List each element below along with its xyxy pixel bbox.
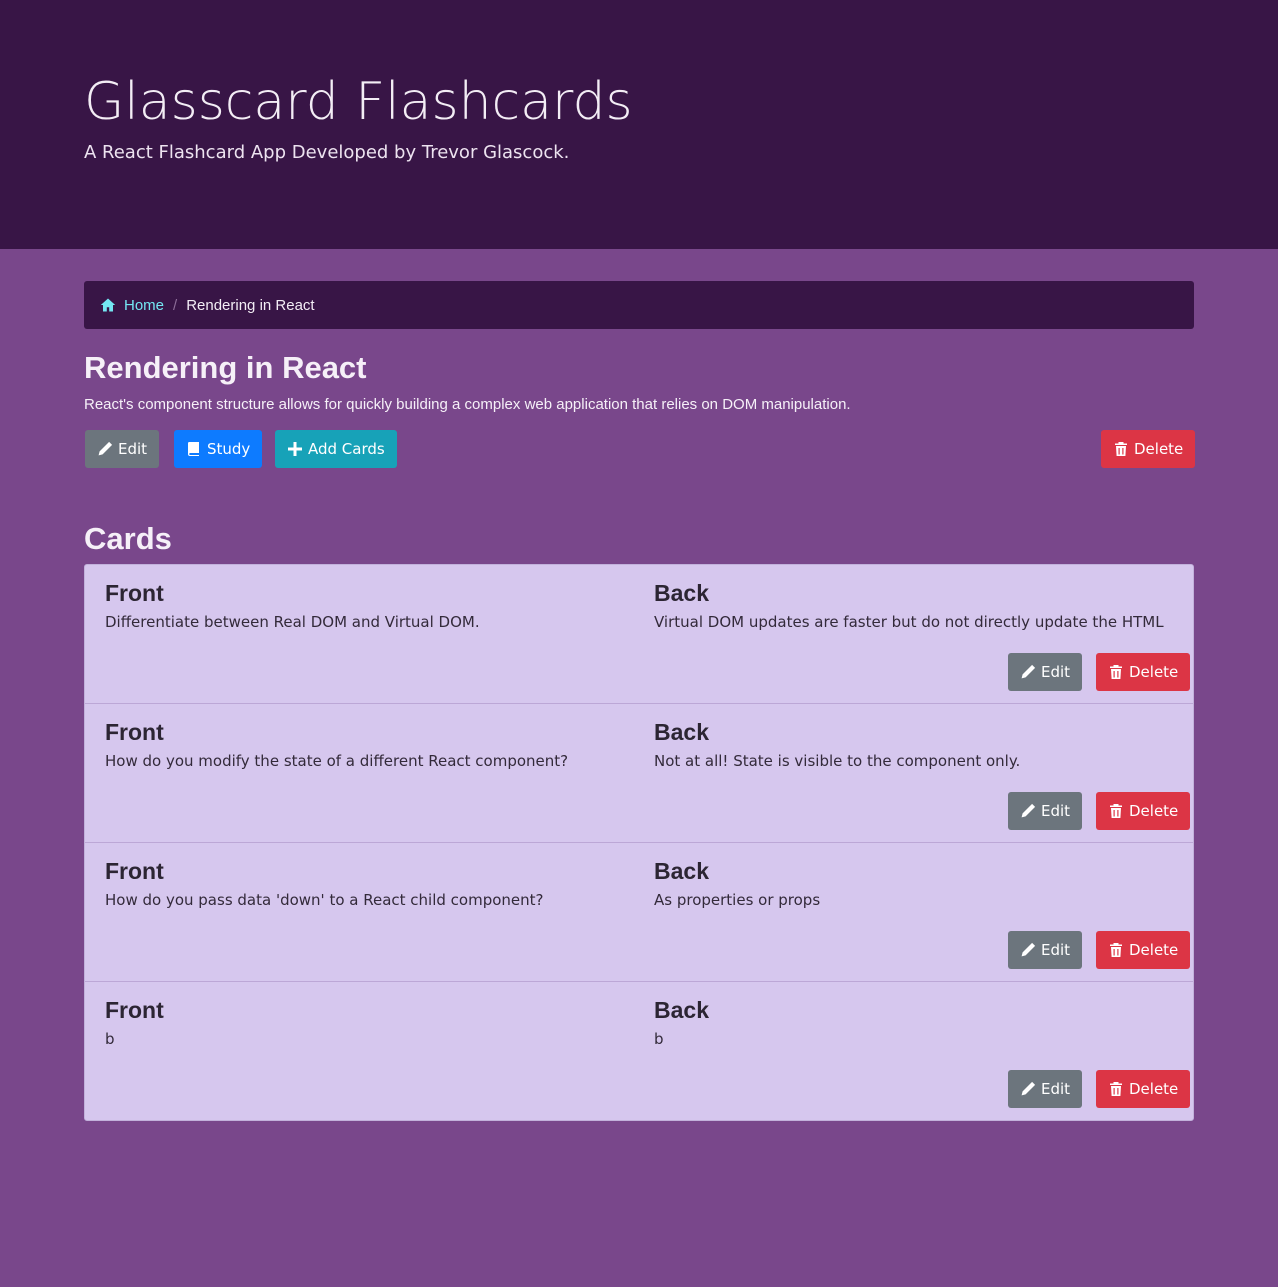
breadcrumb: Home / Rendering in React: [84, 281, 1194, 329]
back-text: b: [654, 1030, 664, 1048]
delete-deck-button[interactable]: Delete: [1101, 430, 1196, 468]
card-item: Front Differentiate between Real DOM and…: [85, 565, 1193, 704]
back-heading: Back: [654, 580, 709, 606]
pencil-icon: [1021, 664, 1036, 679]
delete-card-button[interactable]: Delete: [1096, 1070, 1191, 1108]
card-back: Back Not at all! State is visible to the…: [654, 718, 1020, 770]
delete-card-button[interactable]: Delete: [1096, 653, 1191, 691]
pencil-icon: [1021, 803, 1036, 818]
delete-deck-label: Delete: [1134, 440, 1184, 458]
front-text: How do you modify the state of a differe…: [105, 752, 569, 770]
trash-icon: [1110, 804, 1122, 818]
delete-card-label: Delete: [1129, 663, 1179, 681]
study-button[interactable]: Study: [174, 430, 263, 468]
trash-icon: [1115, 442, 1127, 456]
cards-section-title: Cards: [84, 521, 172, 556]
edit-card-button[interactable]: Edit: [1008, 1070, 1083, 1108]
app-subtitle: A React Flashcard App Developed by Trevo…: [84, 142, 570, 163]
add-cards-button[interactable]: Add Cards: [275, 430, 397, 468]
front-text: Differentiate between Real DOM and Virtu…: [105, 613, 480, 631]
front-heading: Front: [105, 997, 164, 1023]
edit-card-label: Edit: [1041, 802, 1071, 820]
jumbotron-header: Glasscard Flashcards A React Flashcard A…: [0, 0, 1278, 249]
front-heading: Front: [105, 719, 164, 745]
back-text: Not at all! State is visible to the comp…: [654, 752, 1021, 770]
trash-icon: [1110, 665, 1122, 679]
study-label: Study: [207, 440, 251, 458]
main-container: Home / Rendering in React Rendering in R…: [84, 281, 1196, 1121]
breadcrumb-separator: /: [173, 296, 178, 314]
delete-card-button[interactable]: Delete: [1096, 792, 1191, 830]
edit-card-button[interactable]: Edit: [1008, 931, 1083, 969]
card-back: Back Virtual DOM updates are faster but …: [654, 579, 1164, 631]
breadcrumb-home-link[interactable]: Home: [100, 297, 164, 314]
card-back: Back As properties or props: [654, 857, 820, 909]
card-item: Front How do you modify the state of a d…: [85, 704, 1193, 843]
back-heading: Back: [654, 719, 709, 745]
card-back: Back b: [654, 996, 709, 1048]
deck-title: Rendering in React: [84, 350, 367, 385]
pencil-icon: [1021, 942, 1036, 957]
back-text: Virtual DOM updates are faster but do no…: [654, 613, 1164, 631]
book-icon: [187, 442, 199, 456]
deck-actions: Edit Study Add Cards Delete: [84, 430, 1196, 468]
edit-card-button[interactable]: Edit: [1008, 792, 1083, 830]
card-front: Front b: [105, 996, 164, 1048]
card-front: Front How do you pass data 'down' to a R…: [105, 857, 544, 909]
edit-deck-label: Edit: [118, 440, 148, 458]
delete-card-label: Delete: [1129, 941, 1179, 959]
pencil-icon: [1021, 1081, 1036, 1096]
breadcrumb-current: Rendering in React: [186, 296, 315, 314]
front-text: b: [105, 1030, 115, 1048]
edit-card-button[interactable]: Edit: [1008, 653, 1083, 691]
edit-deck-button[interactable]: Edit: [85, 430, 160, 468]
back-text: As properties or props: [654, 891, 821, 909]
front-heading: Front: [105, 858, 164, 884]
home-icon: [100, 298, 116, 312]
back-heading: Back: [654, 858, 709, 884]
card-item: Front b Back b Edit Delete: [85, 982, 1193, 1120]
delete-card-label: Delete: [1129, 802, 1179, 820]
card-front: Front How do you modify the state of a d…: [105, 718, 568, 770]
edit-card-label: Edit: [1041, 1080, 1071, 1098]
front-heading: Front: [105, 580, 164, 606]
delete-card-button[interactable]: Delete: [1096, 931, 1191, 969]
trash-icon: [1110, 1082, 1122, 1096]
front-text: How do you pass data 'down' to a React c…: [105, 891, 544, 909]
delete-card-label: Delete: [1129, 1080, 1179, 1098]
pencil-icon: [98, 441, 113, 456]
app-title: Glasscard Flashcards: [84, 72, 633, 132]
breadcrumb-home-label: Home: [124, 296, 165, 314]
card-item: Front How do you pass data 'down' to a R…: [85, 843, 1193, 982]
edit-card-label: Edit: [1041, 941, 1071, 959]
add-cards-label: Add Cards: [308, 440, 385, 458]
card-list: Front Differentiate between Real DOM and…: [84, 564, 1194, 1121]
trash-icon: [1110, 943, 1122, 957]
card-front: Front Differentiate between Real DOM and…: [105, 579, 480, 631]
edit-card-label: Edit: [1041, 663, 1071, 681]
plus-icon: [288, 442, 302, 456]
back-heading: Back: [654, 997, 709, 1023]
deck-description: React's component structure allows for q…: [84, 396, 851, 413]
